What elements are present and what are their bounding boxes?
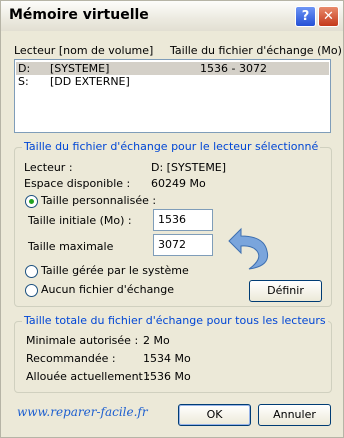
drive-column-header: Lecteur [nom de volume] xyxy=(14,44,154,57)
system-managed-radio[interactable] xyxy=(25,265,38,278)
allocated-label: Allouée actuellement : xyxy=(26,370,151,383)
min-allowed-value: 2 Mo xyxy=(143,334,170,347)
free-space-label: Espace disponible : xyxy=(24,177,131,190)
window-title: Mémoire virtuelle xyxy=(9,7,149,23)
cancel-button[interactable]: Annuler xyxy=(258,404,331,426)
drive-letter: S: xyxy=(18,75,29,88)
title-bar: Mémoire virtuelle ? ✕ xyxy=(1,1,343,31)
virtual-memory-dialog: Mémoire virtuelle ? ✕ Lecteur [nom de vo… xyxy=(0,0,344,438)
no-paging-file-label: Aucun fichier d'échange xyxy=(41,283,175,296)
system-managed-label: Taille gérée par le système xyxy=(41,264,189,277)
selected-drive-legend: Taille du fichier d'échange pour le lect… xyxy=(22,140,321,153)
allocated-value: 1536 Mo xyxy=(143,370,191,383)
initial-size-input[interactable]: 1536 xyxy=(153,209,213,231)
custom-size-label: Taille personnalisée : xyxy=(41,194,157,207)
free-space-value: 60249 Mo xyxy=(151,177,206,190)
recommended-label: Recommandée : xyxy=(26,352,116,365)
drive-name: [SYSTEME] xyxy=(50,62,110,75)
close-icon[interactable]: ✕ xyxy=(318,6,339,27)
watermark-text: www.reparer-facile.fr xyxy=(17,405,148,419)
help-icon[interactable]: ? xyxy=(295,6,316,27)
drive-list[interactable]: D: [SYSTEME] 1536 - 3072 S: [DD EXTERNE] xyxy=(14,59,331,133)
custom-size-radio[interactable] xyxy=(25,195,38,208)
drive-size: 1536 - 3072 xyxy=(200,62,267,75)
curved-arrow-icon xyxy=(228,227,269,270)
drive-letter: D: xyxy=(18,62,31,75)
no-paging-file-radio[interactable] xyxy=(25,284,38,297)
set-button[interactable]: Définir xyxy=(249,280,322,302)
drive-row-s[interactable]: S: [DD EXTERNE] xyxy=(16,75,329,88)
initial-size-label: Taille initiale (Mo) : xyxy=(28,214,132,227)
drive-label: Lecteur : xyxy=(24,161,73,174)
max-size-input[interactable]: 3072 xyxy=(153,234,213,256)
ok-button[interactable]: OK xyxy=(178,404,251,426)
drive-value: D: [SYSTEME] xyxy=(151,161,227,174)
totals-legend: Taille totale du fichier d'échange pour … xyxy=(22,314,328,327)
drive-row-d[interactable]: D: [SYSTEME] 1536 - 3072 xyxy=(16,62,329,75)
min-allowed-label: Minimale autorisée : xyxy=(26,334,139,347)
size-column-header: Taille du fichier d'échange (Mo) xyxy=(170,44,342,57)
max-size-label: Taille maximale xyxy=(28,240,114,253)
recommended-value: 1534 Mo xyxy=(143,352,191,365)
drive-name: [DD EXTERNE] xyxy=(50,75,130,88)
